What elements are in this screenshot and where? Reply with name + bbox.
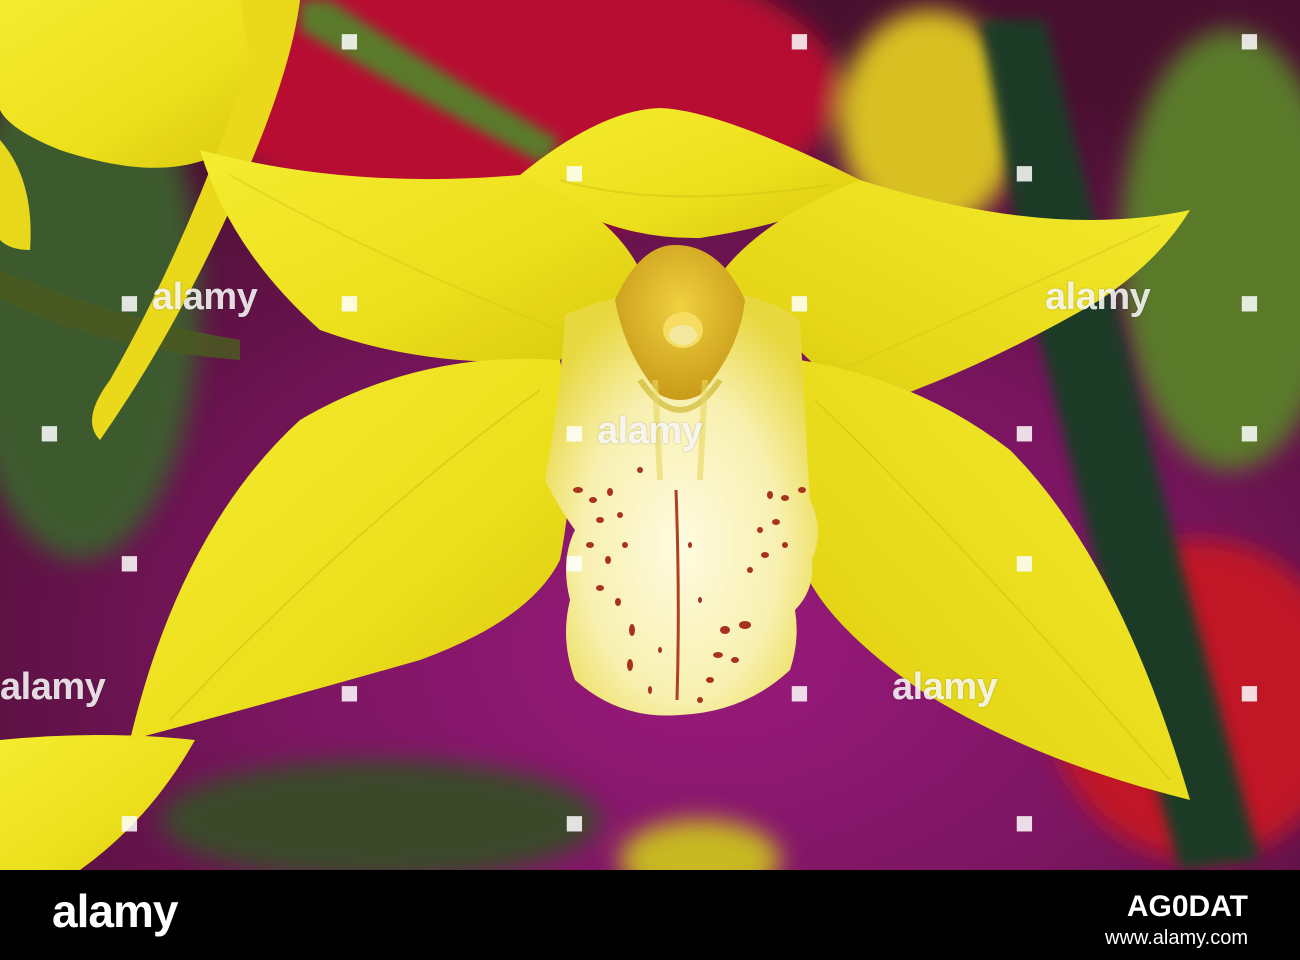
image-id: AG0DAT xyxy=(1126,890,1248,923)
orchid-photo: alamy alamy alamy alamy alamy ■ ■ ■ ■ ■ … xyxy=(0,0,1300,870)
alamy-logo: alamy xyxy=(52,885,178,937)
orchid-illustration xyxy=(0,0,1300,870)
site-url: www.alamy.com xyxy=(1105,927,1248,949)
footer-bar: alamy AG0DAT www.alamy.com xyxy=(0,870,1300,960)
